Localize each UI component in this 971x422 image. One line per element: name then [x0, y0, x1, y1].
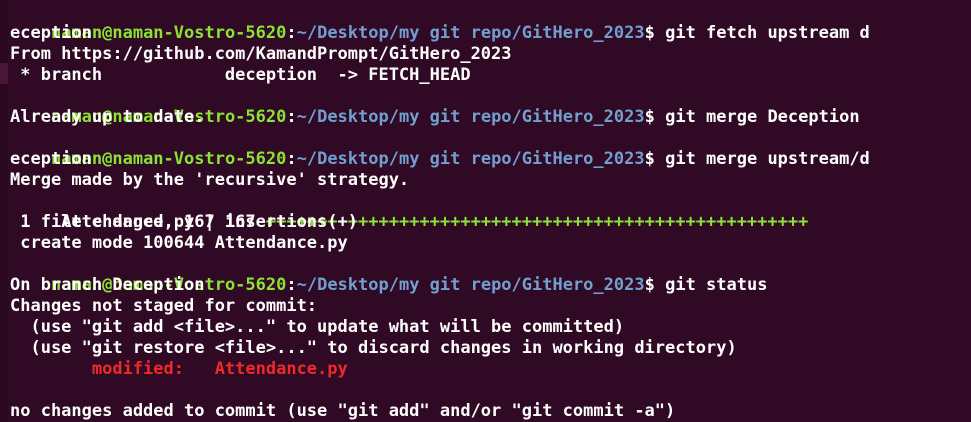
output-line: From https://github.com/KamandPrompt/Git… — [10, 44, 512, 64]
command-text: git fetch upstream d — [654, 23, 870, 43]
output-line: no changes added to commit (use "git add… — [10, 401, 676, 421]
window-left-edge — [0, 0, 8, 422]
modified-file-line: modified: Attendance.py — [10, 359, 348, 379]
output-line: eception — [10, 149, 92, 169]
prompt-dollar: $ — [644, 23, 655, 43]
prompt-dollar: $ — [644, 275, 655, 295]
prompt-dollar: $ — [644, 107, 655, 127]
prompt-separator: : — [286, 23, 297, 43]
output-line: create mode 100644 Attendance.py — [10, 233, 348, 253]
prompt-separator: : — [286, 275, 297, 295]
prompt-dollar: $ — [644, 149, 655, 169]
prompt-path: ~/Desktop/my git repo/GitHero_2023 — [296, 107, 645, 127]
output-line: Merge made by the 'recursive' strategy. — [10, 170, 410, 190]
edge-marker — [0, 63, 8, 84]
output-line: Already up to date. — [10, 107, 205, 127]
prompt-separator: : — [286, 107, 297, 127]
output-line: (use "git add <file>..." to update what … — [10, 317, 625, 337]
output-line: eception — [10, 23, 92, 43]
prompt-path: ~/Desktop/my git repo/GitHero_2023 — [296, 149, 645, 169]
prompt-line: naman@naman-Vostro-5620:~/Desktop/my git… — [10, 254, 768, 295]
diffstat-line: Attendance.py | 167 ++++++++++++++++++++… — [10, 191, 808, 232]
prompt-line: naman@naman-Vostro-5620:~/Desktop/my git… — [10, 86, 860, 127]
output-line: On branch Deception — [10, 275, 205, 295]
terminal-window[interactable]: naman@naman-Vostro-5620:~/Desktop/my git… — [0, 0, 971, 422]
prompt-line: naman@naman-Vostro-5620:~/Desktop/my git… — [10, 2, 870, 43]
command-text: git merge upstream/d — [654, 149, 870, 169]
command-text: git status — [654, 275, 768, 295]
prompt-path: ~/Desktop/my git repo/GitHero_2023 — [296, 23, 645, 43]
prompt-separator: : — [286, 149, 297, 169]
command-text: git merge Deception — [654, 107, 860, 127]
output-line: (use "git restore <file>..." to discard … — [10, 338, 737, 358]
prompt-line: naman@naman-Vostro-5620:~/Desktop/my git… — [10, 128, 870, 169]
output-line: * branch deception -> FETCH_HEAD — [10, 65, 471, 85]
prompt-path: ~/Desktop/my git repo/GitHero_2023 — [296, 275, 645, 295]
output-line: 1 file changed, 167 insertions(+) — [10, 212, 358, 232]
output-line: Changes not staged for commit: — [10, 296, 318, 316]
